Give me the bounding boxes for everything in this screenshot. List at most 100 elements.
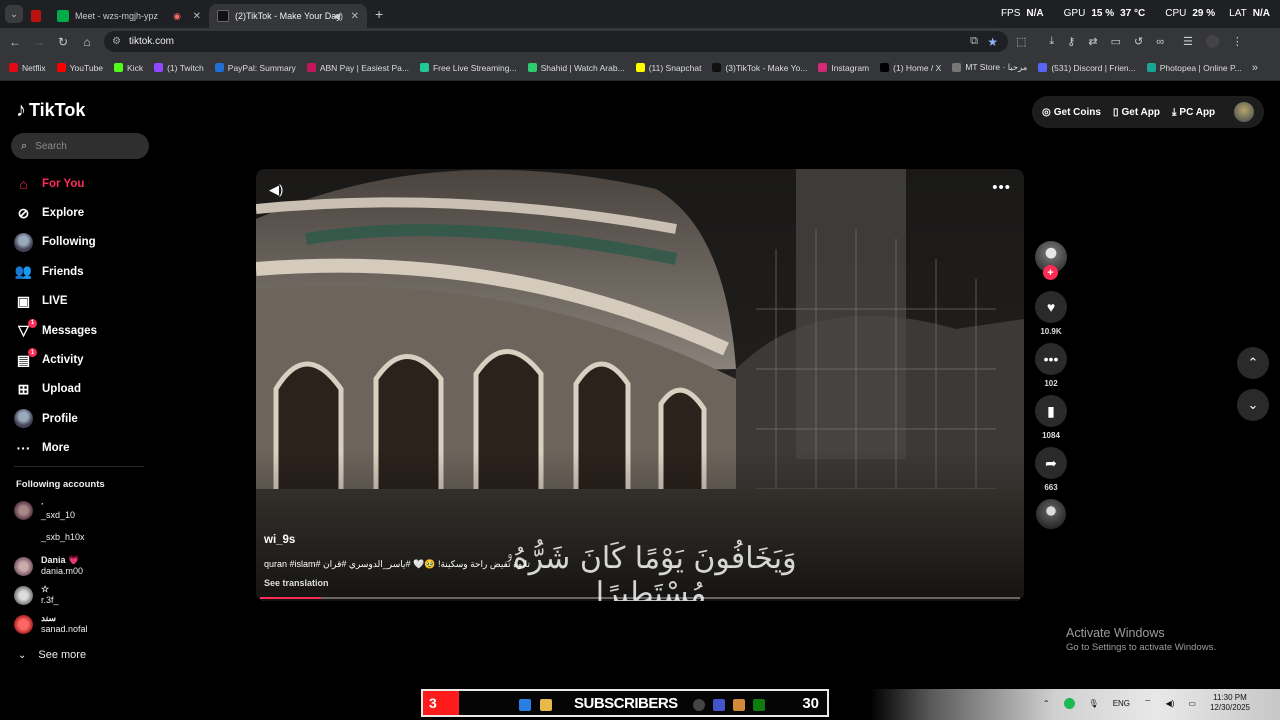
sidebar-item-friends[interactable]: 👥 Friends	[14, 257, 154, 286]
video-username[interactable]: wi_9s	[264, 534, 295, 546]
video-player[interactable]: ◀) ••• وَيَخَافُونَ يَوْمًا كَانَ شَرُّه…	[256, 169, 1024, 601]
history-icon[interactable]: ↺	[1134, 35, 1143, 48]
previous-video-button[interactable]: ⌃	[1237, 347, 1269, 379]
sidebar-item-upload[interactable]: ⊞ Upload	[14, 375, 154, 404]
sidebar-item-live[interactable]: ▣ LIVE	[14, 287, 154, 316]
share-button[interactable]: ➦ 663	[1034, 447, 1068, 492]
bookmark-item[interactable]: Shahid | Watch Arab...	[527, 63, 625, 73]
bookmark-item[interactable]: (1) Home / X	[880, 63, 941, 73]
bookmark-item[interactable]: Instagram	[818, 63, 869, 73]
following-account-item[interactable]: _sxb_h10x	[14, 528, 85, 547]
download-icon[interactable]: ⤓	[1049, 35, 1054, 48]
home-icon[interactable]: ⌂	[75, 35, 99, 49]
search-input[interactable]: ⌕ Search	[11, 133, 149, 159]
sidebar-item-profile[interactable]: Profile	[14, 404, 154, 433]
bookmark-item[interactable]: Photopea | Online P...	[1146, 63, 1242, 73]
link-icon[interactable]: ∞	[1156, 36, 1164, 48]
profile-avatar[interactable]	[1205, 35, 1219, 48]
bookmark-item[interactable]: (531) Discord | Frien...	[1038, 63, 1136, 73]
video-more-icon[interactable]: •••	[992, 179, 1011, 196]
following-account-item[interactable]: Dania 💗 dania.m00	[14, 555, 83, 577]
video-frame-image	[256, 169, 1024, 601]
bookmark-item[interactable]: YouTube	[56, 63, 103, 73]
clock[interactable]: 11:30 PM 12/30/2025	[1210, 693, 1250, 713]
save-button[interactable]: ▮ 1084	[1034, 395, 1068, 440]
music-disc-button[interactable]	[1034, 499, 1068, 529]
bookmark-label: Free Live Streaming...	[432, 62, 517, 73]
see-translation-link[interactable]: See translation	[264, 578, 329, 588]
search-placeholder: Search	[35, 140, 67, 152]
xbox-icon[interactable]	[753, 699, 765, 711]
chevron-up-icon[interactable]: ⌃	[1043, 699, 1050, 708]
install-app-icon[interactable]: ⧉	[970, 35, 978, 48]
sidebar-item-messages[interactable]: ▽ Messages 1	[14, 316, 154, 345]
volume-icon[interactable]: ◀)	[269, 182, 283, 198]
reload-icon[interactable]: ↻	[51, 35, 75, 49]
sidebar-item-activity[interactable]: ▤ Activity 1	[14, 345, 154, 374]
bookmark-item[interactable]: Kick	[114, 63, 143, 73]
comment-button[interactable]: ••• 102	[1034, 343, 1068, 388]
gpu-label: GPU	[1063, 8, 1086, 19]
address-bar[interactable]: ⚙ tiktok.com ⧉ ★	[104, 31, 1008, 52]
site-info-icon[interactable]: ⚙	[112, 36, 121, 47]
password-icon[interactable]: ⚷	[1067, 35, 1075, 48]
get-coins-button[interactable]: ◎ Get Coins	[1042, 107, 1101, 118]
app-icon[interactable]	[693, 699, 705, 711]
next-video-button[interactable]: ⌄	[1237, 389, 1269, 421]
bookmark-item[interactable]: Free Live Streaming...	[419, 62, 517, 73]
bookmarks-overflow-icon[interactable]: »	[1252, 62, 1258, 74]
bookmark-item[interactable]: ABN Pay | Easiest Pa...	[306, 63, 409, 73]
app-icon[interactable]	[733, 699, 745, 711]
file-explorer-icon[interactable]	[540, 699, 552, 711]
bookmark-star-icon[interactable]: ★	[987, 35, 998, 49]
translate-icon[interactable]: ⇄	[1088, 35, 1097, 48]
bookmark-item[interactable]: Netflix	[9, 63, 46, 73]
bookmark-item[interactable]: PayPal: Summary	[214, 63, 296, 73]
tab-search-button[interactable]: ⌄	[5, 5, 23, 23]
reading-list-icon[interactable]: ☰	[1183, 35, 1193, 48]
start-icon[interactable]	[519, 699, 531, 711]
see-more-button[interactable]: ⌄ See more	[18, 649, 86, 661]
bookmark-item[interactable]: (1) Twitch	[154, 63, 204, 73]
get-app-button[interactable]: ▯ Get App	[1113, 107, 1160, 118]
following-account-item[interactable]: ☆ r.3f_	[14, 584, 59, 606]
user-avatar[interactable]	[1234, 102, 1254, 122]
spotify-icon[interactable]	[1063, 697, 1075, 709]
tab-pinned[interactable]	[23, 4, 49, 28]
discord-icon[interactable]	[713, 699, 725, 711]
pc-app-button[interactable]: ⤓ PC App	[1172, 107, 1215, 118]
like-button[interactable]: ♥ 10.9K	[1034, 291, 1068, 336]
sidebar-item-explore[interactable]: ⊘ Explore	[14, 198, 154, 227]
volume-icon[interactable]: ◀)	[1166, 699, 1175, 708]
sidebar-item-following[interactable]: Following	[14, 228, 154, 257]
video-progress-bar[interactable]	[260, 597, 1020, 599]
sidebar-item-more[interactable]: ··· More	[14, 434, 154, 463]
tiktok-logo[interactable]: ♪ TikTok	[16, 99, 85, 122]
bookmark-item[interactable]: MT Store · مرحبا	[952, 62, 1027, 73]
card-icon[interactable]: ▭	[1111, 35, 1121, 48]
creator-avatar-button[interactable]: +	[1034, 241, 1068, 280]
speaker-icon[interactable]: ◀)	[333, 11, 343, 22]
back-icon[interactable]: ←	[3, 35, 27, 49]
comment-icon: •••	[1035, 343, 1067, 375]
forward-icon[interactable]: →	[27, 35, 51, 49]
tab-meet[interactable]: Meet - wzs-mgjh-ypz ◉ ✕	[49, 4, 209, 28]
mic-icon[interactable]: 🎙	[1089, 699, 1099, 708]
battery-icon[interactable]: ▭	[1188, 699, 1196, 708]
wifi-icon[interactable]: ⌔	[1144, 698, 1152, 708]
bookmark-item[interactable]: (11) Snapchat	[635, 63, 701, 73]
bookmark-item[interactable]: (3)TikTok - Make Yo...	[712, 63, 807, 73]
sidebar-item-for-you[interactable]: ⌂ For You	[14, 169, 154, 198]
menu-icon[interactable]: ⋮	[1232, 35, 1243, 48]
tab-tiktok[interactable]: (2)TikTok - Make Your Day ◀) ✕	[209, 4, 367, 28]
extensions-icon[interactable]: ⬚	[1016, 35, 1026, 48]
following-account-item[interactable]: سند sanad.nofal	[14, 613, 88, 635]
new-tab-button[interactable]: +	[375, 6, 383, 22]
close-tab-icon[interactable]: ✕	[193, 11, 201, 22]
follow-plus-icon[interactable]: +	[1043, 265, 1058, 280]
bookmark-favicon-icon	[419, 63, 429, 72]
language-indicator[interactable]: ENG	[1113, 699, 1130, 708]
sidebar-item-label: Friends	[42, 265, 84, 278]
close-tab-icon[interactable]: ✕	[351, 11, 359, 22]
following-account-item[interactable]: · _sxd_10	[14, 499, 75, 521]
